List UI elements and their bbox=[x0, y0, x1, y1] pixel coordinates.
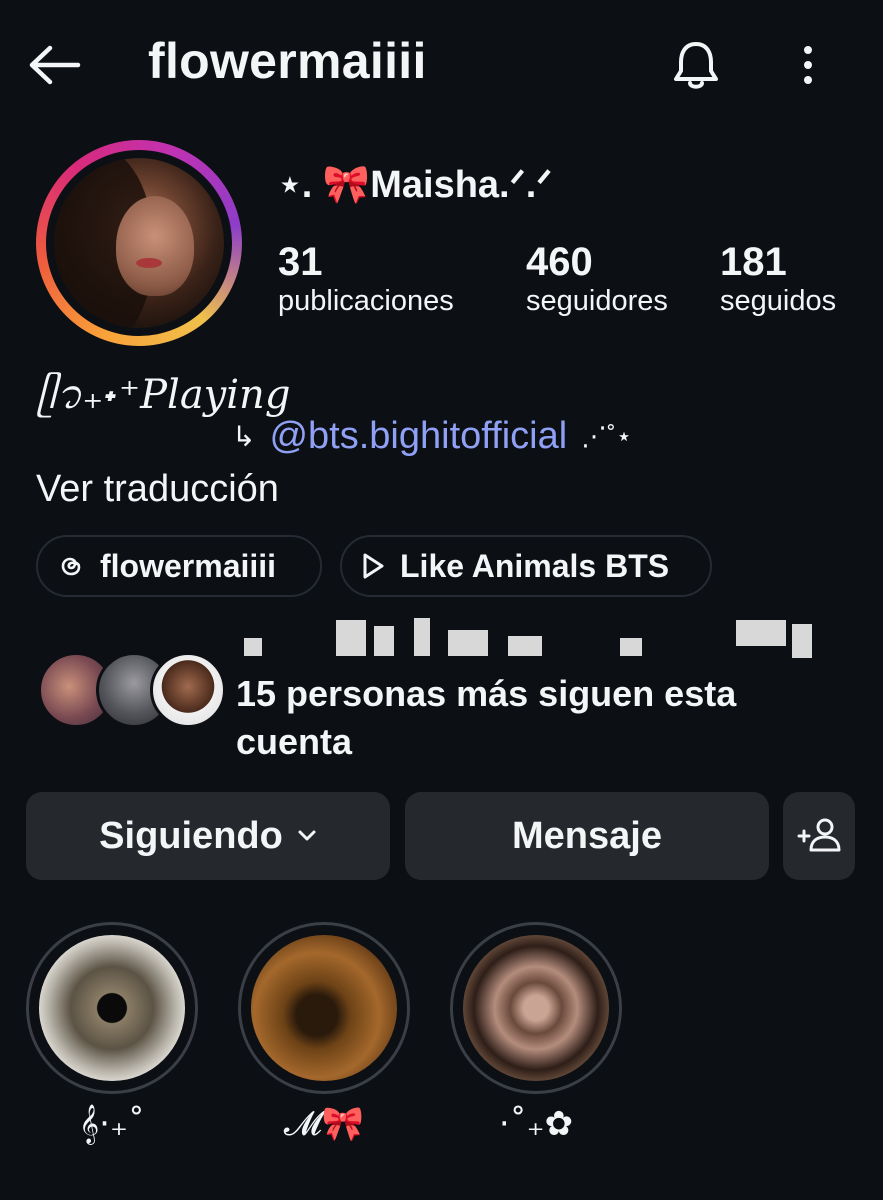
add-person-icon bbox=[797, 818, 841, 852]
highlight-thumbnail bbox=[251, 935, 397, 1081]
notifications-button[interactable] bbox=[668, 38, 724, 94]
bell-icon bbox=[674, 42, 718, 89]
profile-avatar[interactable] bbox=[36, 140, 242, 346]
see-translation-link[interactable]: Ver traducción bbox=[36, 468, 279, 511]
more-vertical-icon bbox=[804, 46, 812, 84]
bio-mention-line: ↳ @bts.bighitofficial ⋰˚⋆ bbox=[232, 415, 632, 458]
back-button[interactable] bbox=[26, 40, 86, 90]
stat-following[interactable]: 181 seguidos bbox=[720, 240, 836, 318]
bio-decoration: ⋰˚⋆ bbox=[581, 421, 633, 451]
story-highlight[interactable]: 𝓜🎀 bbox=[238, 922, 410, 1144]
highlight-thumbnail bbox=[463, 935, 609, 1081]
highlight-thumbnail bbox=[39, 935, 185, 1081]
music-label: Like Animals BTS bbox=[400, 547, 670, 584]
arrow-left-icon bbox=[29, 45, 81, 85]
mention-link[interactable]: @bts.bighitofficial bbox=[269, 415, 567, 458]
stat-posts[interactable]: 31 publicaciones bbox=[278, 240, 454, 318]
story-highlight[interactable]: 𝄞·₊˚ bbox=[26, 922, 198, 1144]
play-icon bbox=[363, 553, 384, 579]
following-button[interactable]: Siguiendo bbox=[26, 792, 390, 880]
arrow-glyph: ↳ bbox=[232, 421, 256, 452]
stat-label: seguidores bbox=[526, 285, 668, 317]
threads-icon bbox=[61, 557, 81, 576]
highlight-label: 𝓜🎀 bbox=[283, 1104, 365, 1144]
message-button[interactable]: Mensaje bbox=[405, 792, 769, 880]
story-highlight[interactable]: ·˚₊✿ bbox=[450, 922, 622, 1144]
add-user-button[interactable] bbox=[783, 792, 855, 880]
stat-count: 31 bbox=[278, 240, 323, 284]
music-link[interactable]: Like Animals BTS bbox=[340, 535, 712, 597]
blurred-follower-names bbox=[236, 616, 846, 664]
stat-label: seguidos bbox=[720, 285, 837, 317]
highlight-label: 𝄞·₊˚ bbox=[79, 1104, 145, 1144]
stat-followers[interactable]: 460 seguidores bbox=[526, 240, 668, 318]
follower-avatar bbox=[150, 652, 226, 728]
chevron-down-icon bbox=[298, 830, 316, 841]
stat-count: 460 bbox=[526, 240, 593, 284]
avatar-photo bbox=[54, 158, 224, 328]
message-label: Mensaje bbox=[512, 814, 662, 857]
stat-count: 181 bbox=[720, 240, 787, 284]
threads-link[interactable]: flowermaiiii bbox=[36, 535, 322, 597]
display-name: ⋆. 🎀Maisha.ᐟ.ᐟ bbox=[278, 164, 553, 206]
threads-label: flowermaiiii bbox=[100, 547, 277, 584]
more-options-button[interactable] bbox=[792, 40, 824, 90]
following-label: Siguiendo bbox=[99, 814, 283, 857]
highlight-label: ·˚₊✿ bbox=[498, 1104, 574, 1144]
stat-label: publicaciones bbox=[278, 285, 454, 317]
followed-by-text[interactable]: 15 personas más siguen esta cuenta bbox=[236, 670, 836, 766]
page-title: flowermaiiii bbox=[148, 33, 427, 89]
